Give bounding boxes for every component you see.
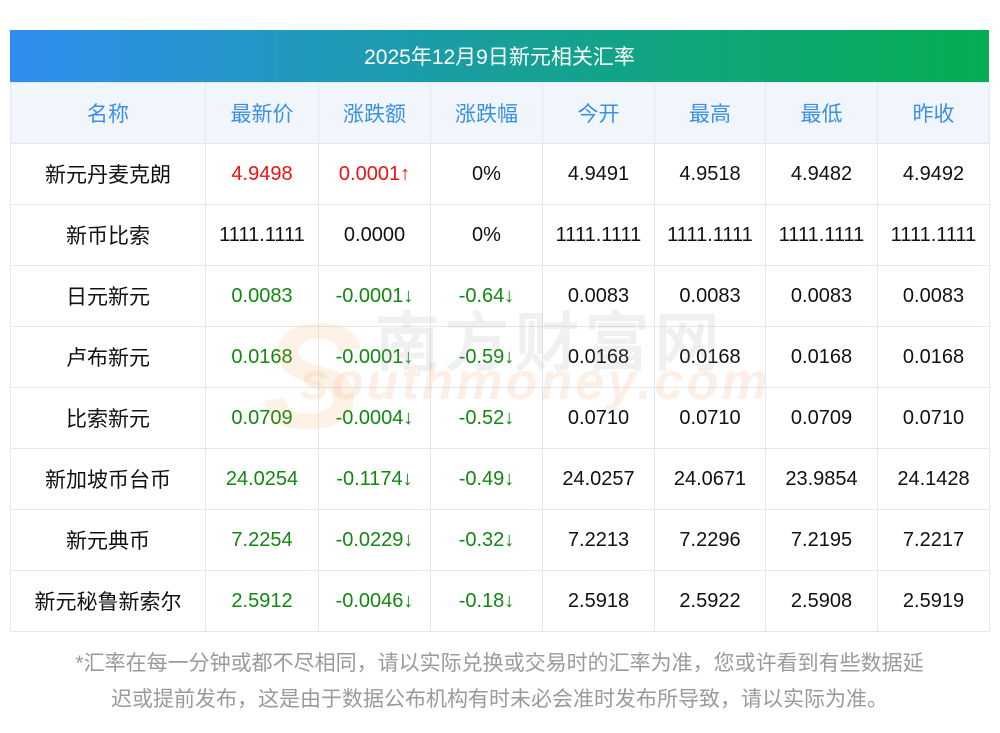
column-header-6: 最低 (765, 82, 878, 144)
table-row: 比索新元 0.0709 -0.0004↓ -0.52↓ 0.0710 0.0710 0.07… (10, 387, 990, 449)
change-percent: -0.32↓ (430, 509, 543, 571)
latest-price: 1111.1111 (205, 204, 319, 266)
prev-close: 1111.1111 (877, 204, 990, 266)
prev-close: 24.1428 (877, 448, 990, 510)
column-header-0: 名称 (10, 82, 206, 144)
currency-name[interactable]: 日元新元 (10, 265, 206, 327)
table-row: 新元丹麦克朗 4.9498 0.0001↑ 0% 4.9491 4.9518 4.9482 4… (10, 143, 990, 205)
high-price: 0.0083 (654, 265, 766, 327)
open-price: 0.0083 (542, 265, 655, 327)
change-percent: -0.59↓ (430, 326, 543, 388)
rate-table-panel: 2025年12月9日新元相关汇率 名称 最新价 涨跌额 涨跌幅 今开 最高 最低 昨收 新元丹… (10, 30, 990, 632)
change-amount: -0.0004↓ (318, 387, 431, 449)
change-percent: 0% (430, 204, 543, 266)
table-row: 新加坡币台币 24.0254 -0.1174↓ -0.49↓ 24.0257 24.067… (10, 448, 990, 510)
low-price: 0.0083 (765, 265, 878, 327)
change-amount: -0.1174↓ (318, 448, 431, 510)
disclaimer-line-1: *汇率在每一分钟或都不尽相同，请以实际兑换或交易时的汇率为准，您或许看到有些数据… (75, 652, 924, 675)
high-price: 1111.1111 (654, 204, 766, 266)
change-amount: -0.0046↓ (318, 570, 431, 632)
currency-name[interactable]: 新币比索 (10, 204, 206, 266)
table-body: 新元丹麦克朗 4.9498 0.0001↑ 0% 4.9491 4.9518 4.9482 4… (10, 143, 990, 632)
latest-price: 4.9498 (205, 143, 319, 205)
currency-name[interactable]: 比索新元 (10, 387, 206, 449)
low-price: 4.9482 (765, 143, 878, 205)
prev-close: 4.9492 (877, 143, 990, 205)
table-title: 2025年12月9日新元相关汇率 (10, 30, 989, 82)
table-row: 日元新元 0.0083 -0.0001↓ -0.64↓ 0.0083 0.0083 0.00… (10, 265, 990, 327)
latest-price: 0.0083 (205, 265, 319, 327)
open-price: 4.9491 (542, 143, 655, 205)
column-header-7: 昨收 (877, 82, 990, 144)
low-price: 0.0709 (765, 387, 878, 449)
low-price: 0.0168 (765, 326, 878, 388)
prev-close: 7.2217 (877, 509, 990, 571)
column-header-3: 涨跌幅 (430, 82, 543, 144)
change-amount: 0.0001↑ (318, 143, 431, 205)
change-amount: 0.0000 (318, 204, 431, 266)
low-price: 2.5908 (765, 570, 878, 632)
change-amount: -0.0001↓ (318, 265, 431, 327)
column-header-4: 今开 (542, 82, 655, 144)
low-price: 1111.1111 (765, 204, 878, 266)
high-price: 0.0168 (654, 326, 766, 388)
latest-price: 2.5912 (205, 570, 319, 632)
high-price: 2.5922 (654, 570, 766, 632)
open-price: 0.0710 (542, 387, 655, 449)
prev-close: 0.0083 (877, 265, 990, 327)
open-price: 24.0257 (542, 448, 655, 510)
currency-name[interactable]: 新元典币 (10, 509, 206, 571)
currency-name[interactable]: 新加坡币台币 (10, 448, 206, 510)
latest-price: 0.0709 (205, 387, 319, 449)
open-price: 1111.1111 (542, 204, 655, 266)
high-price: 24.0671 (654, 448, 766, 510)
change-percent: -0.52↓ (430, 387, 543, 449)
low-price: 23.9854 (765, 448, 878, 510)
table-row: 卢布新元 0.0168 -0.0001↓ -0.59↓ 0.0168 0.0168 0.01… (10, 326, 990, 388)
open-price: 2.5918 (542, 570, 655, 632)
prev-close: 0.0710 (877, 387, 990, 449)
change-amount: -0.0229↓ (318, 509, 431, 571)
rate-table: 名称 最新价 涨跌额 涨跌幅 今开 最高 最低 昨收 新元丹麦克朗 4.9498 0.0001↑ 0… (10, 82, 990, 632)
high-price: 7.2296 (654, 509, 766, 571)
change-percent: -0.64↓ (430, 265, 543, 327)
currency-name[interactable]: 新元秘鲁新索尔 (10, 570, 206, 632)
latest-price: 7.2254 (205, 509, 319, 571)
open-price: 7.2213 (542, 509, 655, 571)
latest-price: 0.0168 (205, 326, 319, 388)
currency-name[interactable]: 新元丹麦克朗 (10, 143, 206, 205)
table-row: 新元秘鲁新索尔 2.5912 -0.0046↓ -0.18↓ 2.5918 2.5922 2… (10, 570, 990, 632)
column-header-5: 最高 (654, 82, 766, 144)
change-percent: 0% (430, 143, 543, 205)
high-price: 4.9518 (654, 143, 766, 205)
latest-price: 24.0254 (205, 448, 319, 510)
prev-close: 0.0168 (877, 326, 990, 388)
column-header-2: 涨跌额 (318, 82, 431, 144)
change-percent: -0.18↓ (430, 570, 543, 632)
column-header-1: 最新价 (205, 82, 319, 144)
column-header-row: 名称 最新价 涨跌额 涨跌幅 今开 最高 最低 昨收 (10, 82, 990, 144)
change-amount: -0.0001↓ (318, 326, 431, 388)
table-row: 新币比索 1111.1111 0.0000 0% 1111.1111 1111.1111 1… (10, 204, 990, 266)
prev-close: 2.5919 (877, 570, 990, 632)
low-price: 7.2195 (765, 509, 878, 571)
table-row: 新元典币 7.2254 -0.0229↓ -0.32↓ 7.2213 7.2296 7.21… (10, 509, 990, 571)
currency-name[interactable]: 卢布新元 (10, 326, 206, 388)
open-price: 0.0168 (542, 326, 655, 388)
high-price: 0.0710 (654, 387, 766, 449)
disclaimer-line-2: 迟或提前发布，这是由于数据公布机构有时未必会准时发布所导致，请以实际为准。 (111, 688, 888, 711)
change-percent: -0.49↓ (430, 448, 543, 510)
disclaimer-note: *汇率在每一分钟或都不尽相同，请以实际兑换或交易时的汇率为准，您或许看到有些数据… (10, 646, 989, 718)
